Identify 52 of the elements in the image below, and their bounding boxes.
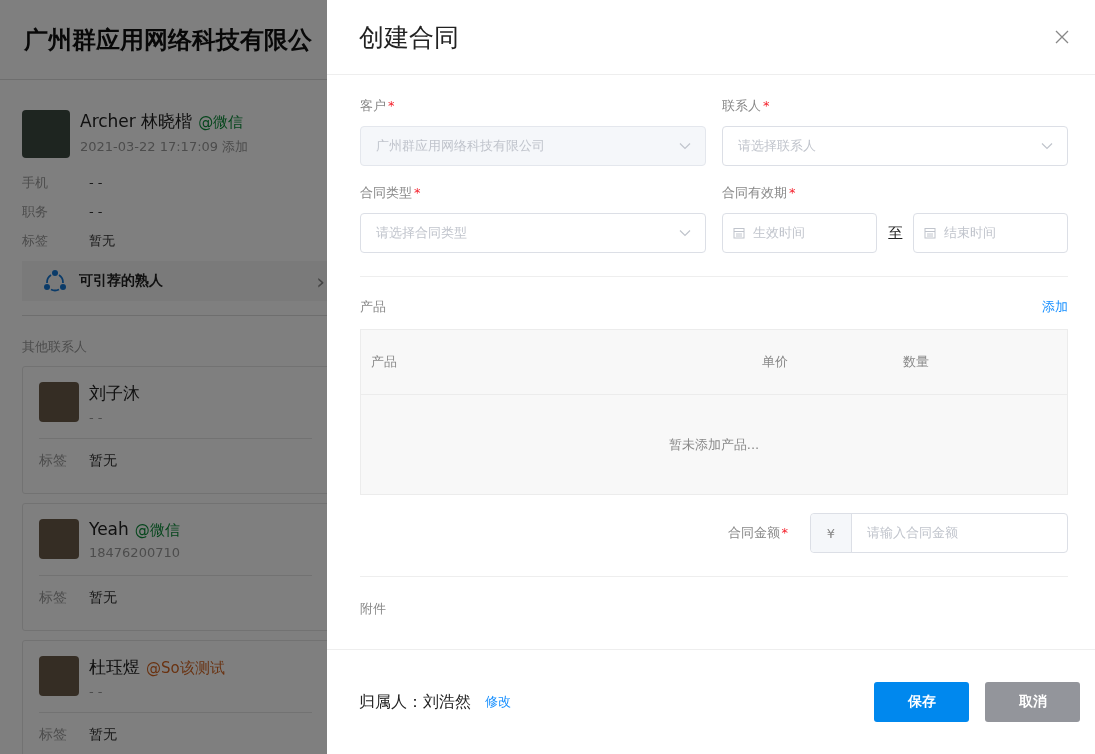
empty-message: 暂未添加产品... [668, 436, 760, 454]
column-header: 产品 [371, 353, 398, 371]
type-select[interactable]: 请选择合同类型 [360, 213, 706, 253]
contact-name: 刘子沐 [89, 382, 140, 405]
caret-icon [1041, 142, 1053, 150]
calendar-icon [733, 227, 745, 239]
range-separator: 至 [886, 223, 904, 243]
field-value: 暂无 [89, 726, 117, 744]
close-icon[interactable] [1055, 30, 1069, 44]
avatar-placeholder [22, 110, 70, 158]
section-label: 产品 [360, 298, 386, 316]
recommend-bar[interactable]: 可引荐的熟人 › [22, 261, 327, 301]
calendar-icon [924, 227, 936, 239]
source-tag: @So该测试 [146, 659, 225, 678]
field-value: 暂无 [89, 452, 117, 470]
chevron-icon: › [316, 268, 325, 294]
add-link[interactable]: 添加 [1042, 298, 1068, 316]
section-label: 附件 [360, 600, 387, 618]
field-value: - - [89, 204, 103, 219]
contact-name: Yeah [89, 519, 129, 539]
field-value: 暂无 [89, 589, 117, 607]
contact-select[interactable]: 请选择联系人 [722, 126, 1068, 166]
contact-name: 杜珏煜 [89, 656, 140, 679]
start-date-field[interactable]: 生效时间 [722, 213, 877, 253]
field-label: 客户* [360, 97, 396, 113]
column-header: 单价 [762, 353, 789, 371]
avatar-placeholder [39, 382, 79, 422]
avatar-placeholder [39, 519, 79, 559]
field-label: 合同有效期* [722, 184, 797, 200]
amount-field[interactable]: ¥ 请输入合同金额 [810, 513, 1068, 553]
owner-text: 归属人：刘浩然 [359, 691, 471, 713]
caret-icon [679, 229, 691, 237]
contact-phone: - - [89, 410, 104, 425]
edit-link[interactable]: 修改 [485, 693, 511, 711]
share-nodes-icon [43, 269, 67, 293]
field-label: 合同金额* [727, 524, 788, 542]
drawer-title: 创建合同 [359, 21, 459, 54]
field-label: 合同类型* [360, 184, 422, 200]
contact-name: Archer 林晓楷 [80, 110, 193, 133]
caret-icon [679, 142, 691, 150]
contact-phone: - - [89, 684, 104, 699]
end-date-field[interactable]: 结束时间 [913, 213, 1068, 253]
avatar-placeholder [39, 656, 79, 696]
field-value: - - [89, 175, 103, 190]
company-title: 广州群应用网络科技有限公 [24, 24, 312, 56]
cancel-button[interactable]: 取消 [985, 682, 1080, 722]
column-header: 数量 [903, 353, 930, 371]
field-value: 暂无 [89, 231, 115, 250]
field-label: 联系人* [722, 97, 771, 113]
source-tag: @微信 [198, 113, 244, 132]
source-tag: @微信 [134, 521, 180, 540]
save-button[interactable]: 保存 [874, 682, 969, 722]
